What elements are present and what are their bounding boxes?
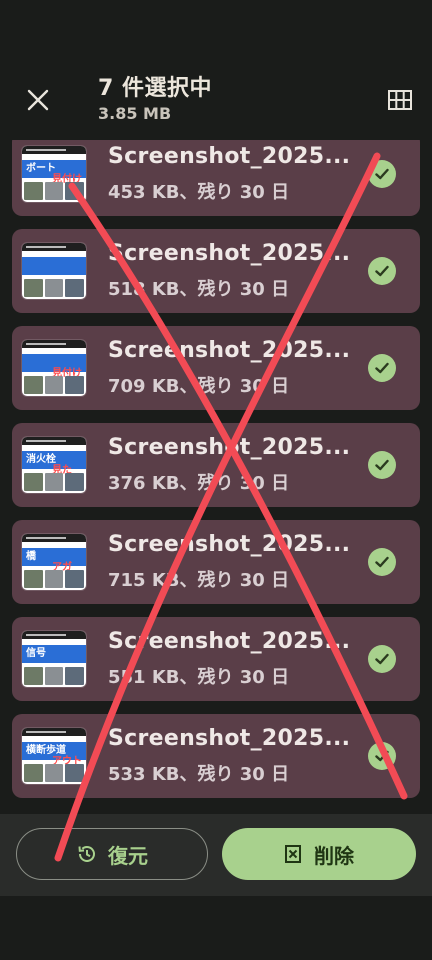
thumbnail-photos bbox=[24, 667, 85, 685]
trash-item[interactable]: 消火栓 見た Screenshot_2025... 376 KB、残り 30 日 bbox=[12, 423, 420, 507]
thumbnail-photos bbox=[24, 764, 85, 782]
trash-item[interactable]: ボート 見付け Screenshot_2025... 453 KB、残り 30 日 bbox=[12, 140, 420, 216]
item-meta: 715 KB、残り 30 日 bbox=[108, 570, 290, 591]
item-filename: Screenshot_2025... bbox=[108, 726, 351, 751]
item-meta: 518 KB、残り 30 日 bbox=[108, 279, 290, 300]
trash-item[interactable]: Screenshot_2025... 518 KB、残り 30 日 bbox=[12, 229, 420, 313]
grid-view-icon bbox=[388, 90, 412, 110]
selected-check-icon[interactable] bbox=[368, 548, 396, 576]
grid-view-button[interactable] bbox=[380, 80, 420, 120]
selection-count-title: 7 件選択中 bbox=[98, 76, 212, 101]
restore-history-icon bbox=[78, 846, 95, 862]
item-filename: Screenshot_2025... bbox=[108, 144, 351, 169]
delete-label: 削除 bbox=[314, 843, 354, 868]
restore-button[interactable]: 復元 bbox=[16, 828, 208, 880]
restore-label: 復元 bbox=[108, 843, 148, 868]
thumbnail-topbar bbox=[22, 631, 86, 639]
selected-check-icon[interactable] bbox=[368, 354, 396, 382]
item-filename: Screenshot_2025... bbox=[108, 435, 351, 460]
thumbnail-photos bbox=[24, 473, 85, 491]
thumbnail-topbar bbox=[22, 146, 86, 154]
trash-item[interactable]: 横断歩道 アウト Screenshot_2025... 533 KB、残り 30 日 bbox=[12, 714, 420, 798]
item-thumbnail: 信号 bbox=[22, 631, 86, 687]
thumbnail-topbar bbox=[22, 340, 86, 348]
thumbnail-topbar bbox=[22, 534, 86, 542]
delete-box-icon bbox=[285, 845, 301, 863]
trash-item[interactable]: 橋アガ Screenshot_2025... 715 KB、残り 30 日 bbox=[12, 520, 420, 604]
selection-header: 7 件選択中 3.85 MB bbox=[0, 36, 432, 140]
item-meta: 533 KB、残り 30 日 bbox=[108, 764, 290, 785]
thumbnail-label: 信号 bbox=[26, 648, 46, 659]
thumbnail-banner bbox=[22, 257, 86, 275]
selected-check-icon[interactable] bbox=[368, 160, 396, 188]
selected-check-icon[interactable] bbox=[368, 645, 396, 673]
status-bar bbox=[0, 0, 432, 36]
item-thumbnail bbox=[22, 243, 86, 299]
thumbnail-label: 橋 bbox=[26, 551, 36, 562]
item-thumbnail: ボート 見付け bbox=[22, 146, 86, 202]
item-meta: 709 KB、残り 30 日 bbox=[108, 376, 290, 397]
thumbnail-topbar bbox=[22, 243, 86, 251]
item-meta: 453 KB、残り 30 日 bbox=[108, 182, 290, 203]
action-bar: 復元 削除 bbox=[0, 814, 432, 896]
thumbnail-photos bbox=[24, 182, 85, 200]
item-thumbnail: 橋アガ bbox=[22, 534, 86, 590]
item-filename: Screenshot_2025... bbox=[108, 532, 351, 557]
thumbnail-photos bbox=[24, 570, 85, 588]
selection-size: 3.85 MB bbox=[98, 104, 172, 123]
close-button[interactable] bbox=[18, 80, 58, 120]
trash-item[interactable]: 見付け Screenshot_2025... 709 KB、残り 30 日 bbox=[12, 326, 420, 410]
close-icon bbox=[27, 89, 49, 111]
item-filename: Screenshot_2025... bbox=[108, 338, 351, 363]
trash-item-list[interactable]: ボート 見付け Screenshot_2025... 453 KB、残り 30 日 Sc… bbox=[0, 140, 432, 814]
item-thumbnail: 消火栓 見た bbox=[22, 437, 86, 493]
thumbnail-topbar bbox=[22, 437, 86, 445]
trash-item[interactable]: 信号 Screenshot_2025... 551 KB、残り 30 日 bbox=[12, 617, 420, 701]
item-filename: Screenshot_2025... bbox=[108, 629, 351, 654]
item-thumbnail: 見付け bbox=[22, 340, 86, 396]
item-meta: 376 KB、残り 30 日 bbox=[108, 473, 290, 494]
thumbnail-photos bbox=[24, 279, 85, 297]
thumbnail-topbar bbox=[22, 728, 86, 736]
delete-button[interactable]: 削除 bbox=[222, 828, 416, 880]
thumbnail-photos bbox=[24, 376, 85, 394]
item-meta: 551 KB、残り 30 日 bbox=[108, 667, 290, 688]
navigation-area bbox=[0, 896, 432, 960]
item-filename: Screenshot_2025... bbox=[108, 241, 351, 266]
selected-check-icon[interactable] bbox=[368, 742, 396, 770]
selected-check-icon[interactable] bbox=[368, 257, 396, 285]
selected-check-icon[interactable] bbox=[368, 451, 396, 479]
item-thumbnail: 横断歩道 アウト bbox=[22, 728, 86, 784]
